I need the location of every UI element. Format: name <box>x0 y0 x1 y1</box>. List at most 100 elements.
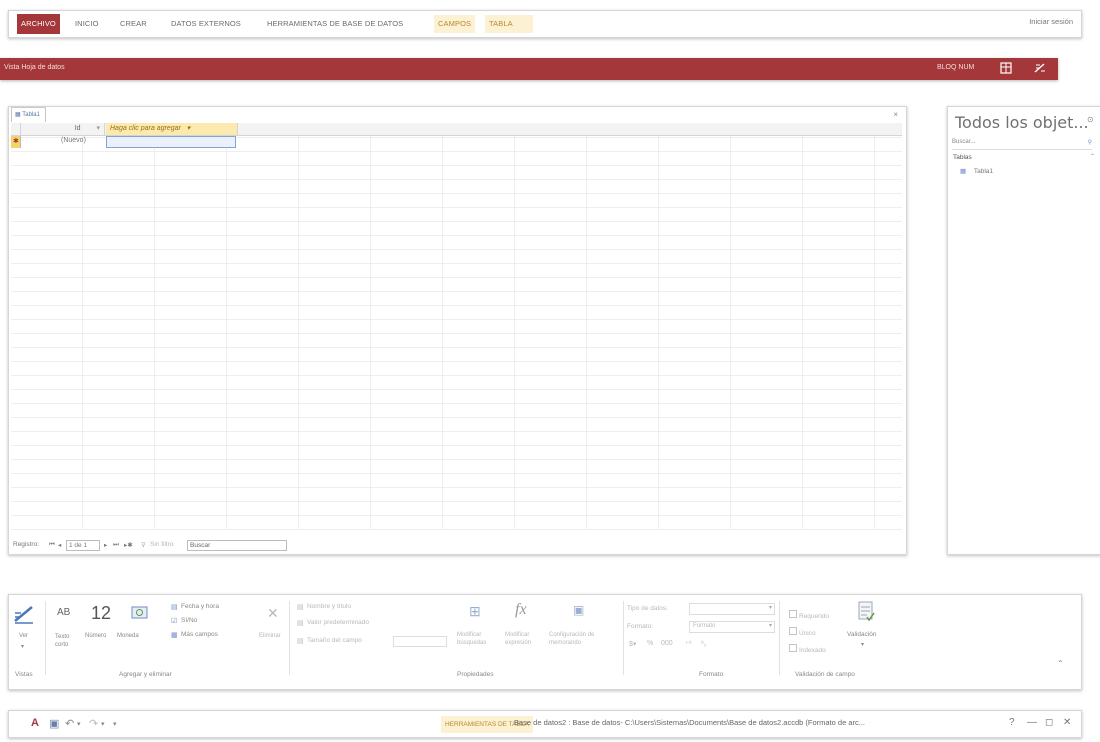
access-logo-icon: A <box>31 717 39 729</box>
save-icon[interactable]: ▣ <box>49 717 59 730</box>
currency-icon <box>131 606 148 619</box>
chevron-down-icon[interactable]: ▾ <box>101 720 105 728</box>
table-icon: ▦ <box>15 112 21 118</box>
filter-icon[interactable]: ⊽ <box>141 541 146 549</box>
format-select[interactable]: Formato ▾ <box>689 621 775 633</box>
select-all-corner[interactable] <box>11 123 21 135</box>
number-icon: 12 <box>91 603 112 623</box>
record-position-input[interactable]: 1 de 1 <box>66 540 100 551</box>
search-icon[interactable]: ⚲ <box>1088 139 1092 146</box>
short-text-button[interactable]: AB Texto corto <box>51 605 77 653</box>
chevron-down-icon: ▾ <box>768 623 772 629</box>
help-icon[interactable]: ? <box>1009 717 1015 728</box>
unique-checkbox[interactable]: Único <box>789 622 816 640</box>
new-record-nav-icon[interactable]: ▸✱ <box>124 541 133 549</box>
datasheet-view-icon[interactable] <box>1000 62 1012 74</box>
calendar-icon: ▤ <box>171 604 178 611</box>
next-record-icon[interactable]: ▸ <box>104 541 107 549</box>
new-record-cell[interactable] <box>106 136 236 148</box>
data-type-select[interactable]: ▾ <box>689 603 775 615</box>
minimize-icon[interactable]: — <box>1027 717 1037 728</box>
thousands-icon[interactable]: 000 <box>661 640 673 647</box>
increase-decimals-icon[interactable]: ⁺⁰ <box>685 640 692 648</box>
datasheet-window: ▦ Tabla1 × Id ▾ Haga clic para agregar ▾… <box>8 106 907 555</box>
percent-icon[interactable]: % <box>647 640 653 647</box>
delete-button[interactable]: ✕ Eliminar <box>259 605 285 653</box>
chevron-down-icon: ▾ <box>21 644 25 650</box>
status-view-label: Vista Hoja de datos <box>4 64 65 71</box>
chevron-up-icon[interactable]: ⌃ <box>1090 153 1095 160</box>
group-label-formato: Formato <box>699 671 724 678</box>
column-header-id-label: Id <box>74 125 81 132</box>
table-tab-label: Tabla1 <box>22 112 40 118</box>
tab-datos-externos[interactable]: DATOS EXTERNOS <box>167 15 245 33</box>
memo-settings-button[interactable]: ▣ Configuración de memorando <box>549 603 619 653</box>
memo-icon: ▣ <box>573 603 585 617</box>
modify-lookups-button[interactable]: ⊞ Modificar búsquedas <box>455 603 499 653</box>
delete-icon: ✕ <box>267 605 279 621</box>
ribbon-campos: Ver ▾ Vistas AB Texto corto 12 Número Mo… <box>8 594 1082 690</box>
nav-item-tabla1[interactable]: ▦ Tabla1 <box>960 167 993 175</box>
datasheet-grid[interactable] <box>11 123 902 530</box>
field-size-input[interactable] <box>393 636 447 647</box>
restore-icon[interactable]: ◻ <box>1045 717 1053 728</box>
validation-button[interactable]: Validación ▾ <box>845 601 885 661</box>
ribbon-tab-bar: ARCHIVO INICIO CREAR DATOS EXTERNOS HERR… <box>8 10 1082 38</box>
design-view-icon[interactable] <box>1034 62 1046 74</box>
column-header-id[interactable]: Id ▾ <box>21 123 105 135</box>
tab-herramientas-bd[interactable]: HERRAMIENTAS DE BASE DE DATOS <box>263 15 407 33</box>
currency-format-icon[interactable]: $▾ <box>629 640 636 648</box>
navigation-search[interactable]: Buscar... ⚲ <box>952 139 1092 150</box>
last-record-icon[interactable]: ⏭ <box>113 541 119 549</box>
close-icon[interactable]: × <box>893 110 898 119</box>
tab-inicio[interactable]: INICIO <box>71 15 103 33</box>
modify-expression-button[interactable]: fx Modificar expresión <box>503 601 543 653</box>
tab-crear[interactable]: CREAR <box>116 15 151 33</box>
undo-icon[interactable]: ↶ <box>65 717 74 730</box>
sign-in-link[interactable]: Iniciar sesión <box>1029 17 1073 26</box>
modify-lookups-label: Modificar búsquedas <box>457 632 487 646</box>
nav-item-label: Tabla1 <box>973 168 994 175</box>
checkbox-icon <box>789 626 797 635</box>
memo-settings-label: Configuración de memorando <box>549 632 595 646</box>
function-icon: fx <box>515 601 527 618</box>
default-value-icon: ▤ <box>297 620 304 627</box>
section-header-tablas[interactable]: Tablas <box>953 154 972 161</box>
chevron-down-icon[interactable]: ▾ <box>77 720 81 728</box>
more-fields-icon: ▦ <box>171 632 178 639</box>
required-checkbox[interactable]: Requerido <box>789 605 829 623</box>
first-record-icon[interactable]: ⏮ <box>49 541 55 549</box>
column-header-add-label: Haga clic para agregar <box>110 125 181 132</box>
tab-campos[interactable]: CAMPOS <box>434 15 476 33</box>
tab-archivo[interactable]: ARCHIVO <box>17 14 60 34</box>
new-row-selector[interactable]: ✱ <box>11 136 21 148</box>
chevron-down-icon[interactable]: ▾ <box>96 125 100 132</box>
chevron-down-icon[interactable]: ▾ <box>187 125 191 132</box>
collapse-ribbon-icon[interactable]: ⌃ <box>1057 659 1064 668</box>
number-button[interactable]: 12 Número <box>81 603 115 651</box>
validation-label: Validación <box>847 631 877 638</box>
group-label-propiedades: Propiedades <box>457 671 494 678</box>
filter-status[interactable]: Sin filtro <box>150 541 173 548</box>
view-button-label: Ver <box>19 633 29 639</box>
table-tab[interactable]: ▦ Tabla1 <box>11 107 46 122</box>
navigation-pane: Todos los objet... ⊙ Buscar... ⚲ Tablas … <box>947 106 1100 555</box>
navigation-pane-title[interactable]: Todos los objet... <box>955 113 1089 132</box>
expand-menu-icon[interactable]: ⊙ <box>1087 115 1094 124</box>
number-label: Número <box>85 633 107 639</box>
new-record-id[interactable]: (Nuevo) <box>61 137 86 144</box>
prev-record-icon[interactable]: ◂ <box>58 541 61 549</box>
indexed-checkbox[interactable]: Indexado <box>789 639 826 657</box>
tab-tabla[interactable]: TABLA <box>485 15 533 33</box>
decrease-decimals-icon[interactable]: ⁰₀ <box>701 640 707 648</box>
date-time-label: Fecha y hora <box>181 603 219 610</box>
group-separator <box>45 601 46 675</box>
customize-toolbar-icon[interactable]: ▾ <box>113 720 117 728</box>
view-button[interactable]: Ver ▾ <box>13 603 39 663</box>
column-header-add[interactable]: Haga clic para agregar ▾ <box>106 123 238 135</box>
search-box[interactable]: Buscar <box>187 540 287 551</box>
redo-icon[interactable]: ↷ <box>89 717 98 730</box>
chevron-down-icon: ▾ <box>861 642 865 648</box>
close-window-icon[interactable]: ✕ <box>1063 717 1071 728</box>
currency-button[interactable]: Moneda <box>117 603 148 651</box>
